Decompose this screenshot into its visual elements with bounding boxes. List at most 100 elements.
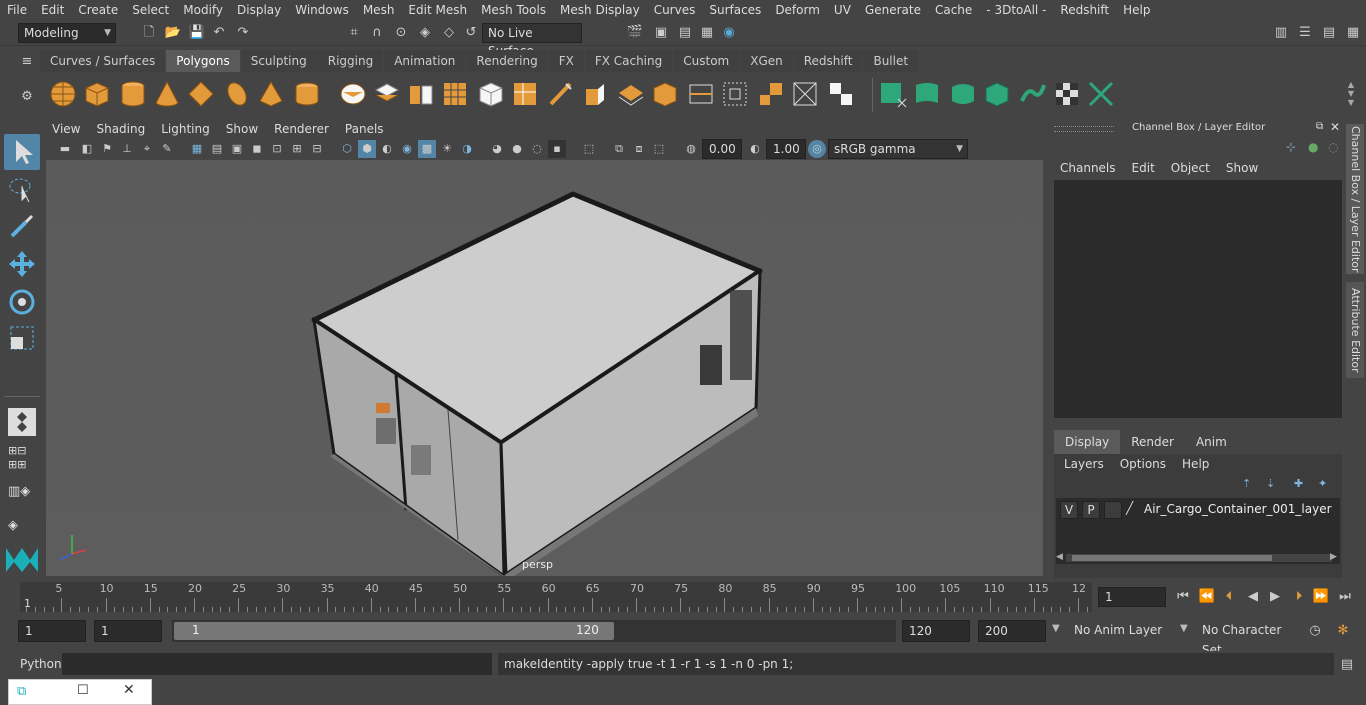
motion-blur-icon[interactable]: ●: [508, 140, 526, 158]
poly-pipe-icon[interactable]: [292, 79, 322, 109]
anti-alias-icon[interactable]: ◌: [528, 140, 546, 158]
shelf-tab-3[interactable]: Rigging: [317, 50, 384, 72]
shelf-tab-9[interactable]: XGen: [740, 50, 793, 72]
grid-icon[interactable]: ▦: [188, 140, 206, 158]
uv-cylindrical-icon[interactable]: [912, 79, 942, 109]
menu-item-0[interactable]: File: [0, 3, 34, 17]
shelf-tab-4[interactable]: Animation: [384, 50, 466, 72]
menu-item-2[interactable]: Create: [71, 3, 125, 17]
color-space-dropdown[interactable]: sRGB gamma ▼: [828, 139, 968, 159]
safe-title-icon[interactable]: ⊟: [308, 140, 326, 158]
layer-tab-2[interactable]: Anim: [1184, 430, 1238, 454]
menu-item-16[interactable]: Cache: [928, 3, 979, 17]
lasso-tool-icon[interactable]: [6, 174, 38, 206]
soft-select-icon[interactable]: [6, 406, 38, 438]
paint-select-icon[interactable]: [6, 210, 38, 242]
snap-grid-icon[interactable]: ⌗: [345, 24, 363, 42]
menu-item-10[interactable]: Mesh Display: [553, 3, 647, 17]
live-surface-field[interactable]: No Live Surface: [482, 23, 582, 58]
layer-tab-0[interactable]: Display: [1054, 430, 1121, 454]
step-back-frame-icon[interactable]: ⏴: [1220, 588, 1238, 606]
side-tab-attribute-editor[interactable]: Attribute Editor: [1346, 282, 1364, 378]
save-scene-icon[interactable]: 💾: [188, 24, 206, 42]
viewport-menu-3[interactable]: Show: [218, 122, 266, 136]
auto-key-icon[interactable]: ◷: [1306, 622, 1324, 640]
viewport-menu-0[interactable]: View: [44, 122, 88, 136]
go-to-end-icon[interactable]: ⏭: [1336, 588, 1354, 606]
extrude-icon[interactable]: [580, 79, 610, 109]
menu-item-6[interactable]: Windows: [288, 3, 356, 17]
viewport-menu-4[interactable]: Renderer: [266, 122, 337, 136]
menu-item-1[interactable]: Edit: [34, 3, 71, 17]
select-tool-button[interactable]: [4, 134, 40, 170]
layer-menu-0[interactable]: Layers: [1064, 457, 1104, 471]
uv-spherical-icon[interactable]: [948, 79, 978, 109]
close-icon[interactable]: ✕: [123, 682, 135, 698]
gamma-icon[interactable]: ◐: [746, 140, 764, 158]
menu-item-3[interactable]: Select: [125, 3, 176, 17]
gate-mask-icon[interactable]: ◼: [248, 140, 266, 158]
menu-item-17[interactable]: - 3DtoAll -: [979, 3, 1053, 17]
mirror-icon[interactable]: [406, 79, 436, 109]
separate-icon[interactable]: [372, 79, 402, 109]
menu-item-14[interactable]: UV: [827, 3, 858, 17]
resolution-gate-icon[interactable]: ▣: [228, 140, 246, 158]
menu-item-8[interactable]: Edit Mesh: [401, 3, 474, 17]
menu-item-13[interactable]: Deform: [768, 3, 827, 17]
snap-view-icon[interactable]: ◈: [416, 24, 434, 42]
chevron-down-icon[interactable]: ▼: [1052, 623, 1060, 634]
channel-menu-0[interactable]: Channels: [1060, 161, 1116, 175]
command-input[interactable]: [62, 653, 492, 675]
grease-pencil-icon[interactable]: ✎: [158, 140, 176, 158]
layer-display-type-toggle[interactable]: [1104, 501, 1122, 519]
close-icon[interactable]: ✕: [1330, 120, 1340, 134]
shadows-icon[interactable]: ◑: [458, 140, 476, 158]
layout-outliner-icon[interactable]: ◈: [8, 518, 36, 538]
playback-start-field[interactable]: 1: [94, 620, 162, 642]
layer-visibility-toggle[interactable]: V: [1060, 501, 1078, 519]
menu-item-19[interactable]: Help: [1116, 3, 1157, 17]
layer-scrollbar[interactable]: [1066, 554, 1332, 562]
3d-viewport[interactable]: persp: [46, 160, 1043, 580]
channel-menu-2[interactable]: Object: [1171, 161, 1210, 175]
bridge-icon[interactable]: [616, 79, 646, 109]
shelf-tab-0[interactable]: Curves / Surfaces: [40, 50, 166, 72]
uv-automatic-icon[interactable]: [982, 79, 1012, 109]
hypershade-icon[interactable]: ◉: [720, 24, 738, 42]
film-gate-icon[interactable]: ▤: [208, 140, 226, 158]
layer-playback-toggle[interactable]: P: [1082, 501, 1100, 519]
snap-point-icon[interactable]: ⊙: [392, 24, 410, 42]
layer-tab-1[interactable]: Render: [1120, 430, 1185, 454]
shelf-scroll-arrows[interactable]: ▲ ▼ ▼: [1346, 80, 1356, 110]
layer-menu-1[interactable]: Options: [1120, 457, 1166, 471]
smooth-shade-icon[interactable]: ⬢: [358, 140, 376, 158]
gamma-field[interactable]: 1.00: [766, 139, 806, 159]
ipr-icon[interactable]: ▤: [676, 24, 694, 42]
rotate-tool-icon[interactable]: [6, 286, 38, 318]
bevel-icon[interactable]: [650, 79, 680, 109]
character-set-dropdown[interactable]: No Character Set: [1196, 620, 1300, 657]
remesh-icon[interactable]: [510, 79, 540, 109]
end-time-field[interactable]: 200: [978, 620, 1046, 642]
script-language-label[interactable]: Python: [20, 657, 62, 671]
uv-checker-icon[interactable]: [1052, 79, 1082, 109]
poly-cylinder-icon[interactable]: [118, 79, 148, 109]
move-layer-up-icon[interactable]: ⇡: [1242, 477, 1251, 490]
panel-grip[interactable]: [1054, 126, 1114, 132]
poly-plane-icon[interactable]: [186, 79, 216, 109]
bookmark-icon[interactable]: ⚑: [98, 140, 116, 158]
mode-dropdown[interactable]: Modeling ▼: [18, 23, 116, 43]
shelf-settings-icon[interactable]: ⚙: [18, 88, 36, 106]
layout-quad-icon[interactable]: ⊞⊟ ⊞⊞: [8, 444, 36, 472]
layer-color-icon[interactable]: ╱: [1126, 501, 1140, 519]
snap-surface-icon[interactable]: ◇: [440, 24, 458, 42]
menu-item-18[interactable]: Redshift: [1053, 3, 1116, 17]
ambient-occlusion-icon[interactable]: ◕: [488, 140, 506, 158]
combine-icon[interactable]: [338, 79, 368, 109]
target-weld-icon[interactable]: [790, 79, 820, 109]
layer-name[interactable]: Air_Cargo_Container_001_layer: [1144, 502, 1332, 516]
use-default-material-icon[interactable]: ◐: [378, 140, 396, 158]
attribute-editor-icon[interactable]: ▤: [1320, 24, 1338, 42]
smooth-icon[interactable]: [440, 79, 470, 109]
menu-item-11[interactable]: Curves: [647, 3, 703, 17]
